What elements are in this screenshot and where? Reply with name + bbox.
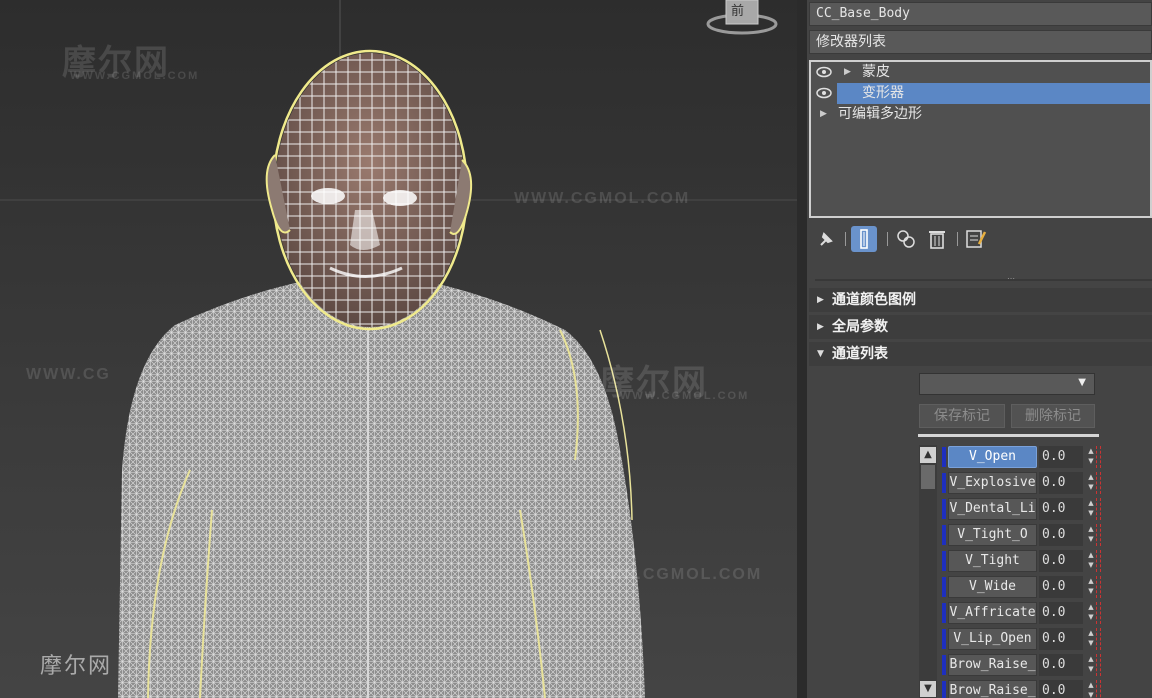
channel-value-field[interactable]: 0.0 bbox=[1039, 576, 1083, 598]
stack-item-label: 变形器 bbox=[862, 85, 904, 101]
watermark: WWW.CGMOL.COM bbox=[514, 190, 691, 207]
stack-item-label: 可编辑多边形 bbox=[838, 106, 922, 122]
channel-color-bar bbox=[942, 577, 946, 597]
channel-marker-indicator bbox=[1096, 498, 1101, 520]
scroll-up-arrow-icon[interactable]: ▲ bbox=[920, 447, 936, 463]
viewport-front[interactable]: 前 摩尔网 WWW.CGMOL.COM WWW.CGMOL.COM WWW.CG… bbox=[0, 0, 797, 698]
channel-row[interactable]: V_Tight 0.0 ▲ ▼ bbox=[940, 549, 1152, 575]
channel-row[interactable]: V_Explosive 0.0 ▲ ▼ bbox=[940, 471, 1152, 497]
collapsed-triangle-icon: ▶ bbox=[817, 295, 824, 305]
stack-item-label: 蒙皮 bbox=[862, 64, 890, 80]
eye-icon[interactable] bbox=[816, 87, 832, 99]
channel-name-button[interactable]: V_Tight_O bbox=[948, 524, 1037, 546]
modifier-stack: ▶ 蒙皮 变形器 ▶ 可编辑多边形 bbox=[809, 60, 1152, 218]
scroll-down-arrow-icon[interactable]: ▼ bbox=[920, 681, 936, 697]
channel-color-bar bbox=[942, 525, 946, 545]
channel-row[interactable]: V_Dental_Li 0.0 ▲ ▼ bbox=[940, 497, 1152, 523]
channel-color-bar bbox=[942, 681, 946, 698]
rollout-channel-color-legend[interactable]: ▶ 通道颜色图例 bbox=[809, 288, 1152, 312]
channel-color-bar bbox=[942, 603, 946, 623]
channel-value-field[interactable]: 0.0 bbox=[1039, 680, 1083, 698]
channel-name-button[interactable]: Brow_Raise_ bbox=[948, 654, 1037, 676]
channel-list-divider bbox=[918, 434, 1099, 437]
channel-name-button[interactable]: V_Dental_Li bbox=[948, 498, 1037, 520]
configure-modifier-sets-icon[interactable] bbox=[963, 226, 989, 252]
channel-row[interactable]: V_Lip_Open 0.0 ▲ ▼ bbox=[940, 627, 1152, 653]
channel-color-bar bbox=[942, 499, 946, 519]
channel-value-field[interactable]: 0.0 bbox=[1039, 628, 1083, 650]
channel-row[interactable]: V_Affricate 0.0 ▲ ▼ bbox=[940, 601, 1152, 627]
viewport-panel-divider[interactable] bbox=[797, 0, 807, 698]
channel-name-button[interactable]: V_Lip_Open bbox=[948, 628, 1037, 650]
stack-item-skin[interactable]: ▶ 蒙皮 bbox=[811, 62, 1150, 83]
channel-name-button[interactable]: Brow_Raise_ bbox=[948, 680, 1037, 698]
channel-marker-indicator bbox=[1096, 446, 1101, 468]
channel-row[interactable]: V_Open 0.0 ▲ ▼ bbox=[940, 445, 1152, 471]
channel-list-scrollbar[interactable]: ▲ ▼ bbox=[919, 445, 937, 698]
channel-marker-indicator bbox=[1096, 550, 1101, 572]
collapsed-triangle-icon: ▶ bbox=[817, 322, 824, 332]
chevron-down-icon: ▼ bbox=[1078, 377, 1086, 388]
stack-item-editable-poly[interactable]: ▶ 可编辑多边形 bbox=[811, 104, 1150, 125]
modifier-list-dropdown[interactable]: 修改器列表 bbox=[809, 30, 1152, 54]
expand-triangle-icon[interactable]: ▶ bbox=[844, 62, 851, 83]
viewcube-front-label[interactable]: 前 bbox=[731, 0, 744, 19]
channel-row[interactable]: Brow_Raise_ 0.0 ▲ ▼ bbox=[940, 653, 1152, 679]
watermark: WWW.CGMOL.COM bbox=[586, 566, 763, 583]
channel-marker-indicator bbox=[1096, 628, 1101, 650]
channel-color-bar bbox=[942, 473, 946, 493]
channel-value-field[interactable]: 0.0 bbox=[1039, 654, 1083, 676]
watermark: WWW.CGMOL.COM bbox=[620, 390, 750, 402]
channel-name-button[interactable]: V_Tight bbox=[948, 550, 1037, 572]
channel-marker-indicator bbox=[1096, 654, 1101, 676]
scroll-thumb[interactable] bbox=[921, 465, 935, 489]
pin-stack-icon[interactable] bbox=[813, 226, 839, 252]
wireframe-character-model bbox=[0, 0, 797, 698]
expand-triangle-icon[interactable]: ▶ bbox=[820, 104, 827, 125]
save-marker-button[interactable]: 保存标记 bbox=[919, 404, 1005, 428]
channel-color-bar bbox=[942, 655, 946, 675]
channel-marker-indicator bbox=[1096, 472, 1101, 494]
channel-value-field[interactable]: 0.0 bbox=[1039, 498, 1083, 520]
modifier-stack-toolbar bbox=[807, 222, 1152, 256]
channel-color-bar bbox=[942, 629, 946, 649]
channel-value-field[interactable]: 0.0 bbox=[1039, 446, 1083, 468]
channel-color-bar bbox=[942, 447, 946, 467]
channel-name-button[interactable]: V_Open bbox=[948, 446, 1037, 468]
channel-value-field[interactable]: 0.0 bbox=[1039, 550, 1083, 572]
show-end-result-icon[interactable] bbox=[851, 226, 877, 252]
watermark: WWW.CG bbox=[26, 366, 111, 383]
channel-marker-indicator bbox=[1096, 576, 1101, 598]
channel-row[interactable]: V_Tight_O 0.0 ▲ ▼ bbox=[940, 523, 1152, 549]
stack-item-morpher[interactable]: 变形器 bbox=[811, 83, 1150, 104]
channel-color-bar bbox=[942, 551, 946, 571]
make-unique-icon[interactable] bbox=[893, 226, 919, 252]
channel-value-field[interactable]: 0.0 bbox=[1039, 472, 1083, 494]
channel-value-field[interactable]: 0.0 bbox=[1039, 524, 1083, 546]
channel-marker-indicator bbox=[1096, 602, 1101, 624]
grip-dots-icon[interactable]: ⋯ bbox=[1007, 275, 1021, 283]
remove-modifier-icon[interactable] bbox=[924, 226, 950, 252]
channel-name-button[interactable]: V_Explosive bbox=[948, 472, 1037, 494]
watermark: WWW.CGMOL.COM bbox=[70, 70, 200, 82]
channel-value-field[interactable]: 0.0 bbox=[1039, 602, 1083, 624]
channel-marker-indicator bbox=[1096, 680, 1101, 698]
object-name-field[interactable]: CC_Base_Body bbox=[809, 2, 1152, 26]
rollout-channel-list[interactable]: ▼ 通道列表 bbox=[809, 342, 1152, 366]
panel-splitter[interactable] bbox=[815, 279, 1152, 281]
channel-row[interactable]: Brow_Raise_ 0.0 ▲ ▼ bbox=[940, 679, 1152, 698]
rollout-global-parameters[interactable]: ▶ 全局参数 bbox=[809, 315, 1152, 339]
expanded-triangle-icon: ▼ bbox=[817, 349, 824, 359]
delete-marker-button[interactable]: 删除标记 bbox=[1011, 404, 1095, 428]
marker-dropdown[interactable]: ▼ bbox=[919, 373, 1095, 395]
modify-command-panel: CC_Base_Body 修改器列表 ▶ 蒙皮 变形器 ▶ 可编辑多边形 ⋯ ▶… bbox=[807, 0, 1152, 698]
channel-marker-indicator bbox=[1096, 524, 1101, 546]
watermark: 摩尔网 bbox=[40, 653, 113, 678]
eye-icon[interactable] bbox=[816, 66, 832, 78]
channel-row[interactable]: V_Wide 0.0 ▲ ▼ bbox=[940, 575, 1152, 601]
channel-name-button[interactable]: V_Affricate bbox=[948, 602, 1037, 624]
channel-name-button[interactable]: V_Wide bbox=[948, 576, 1037, 598]
